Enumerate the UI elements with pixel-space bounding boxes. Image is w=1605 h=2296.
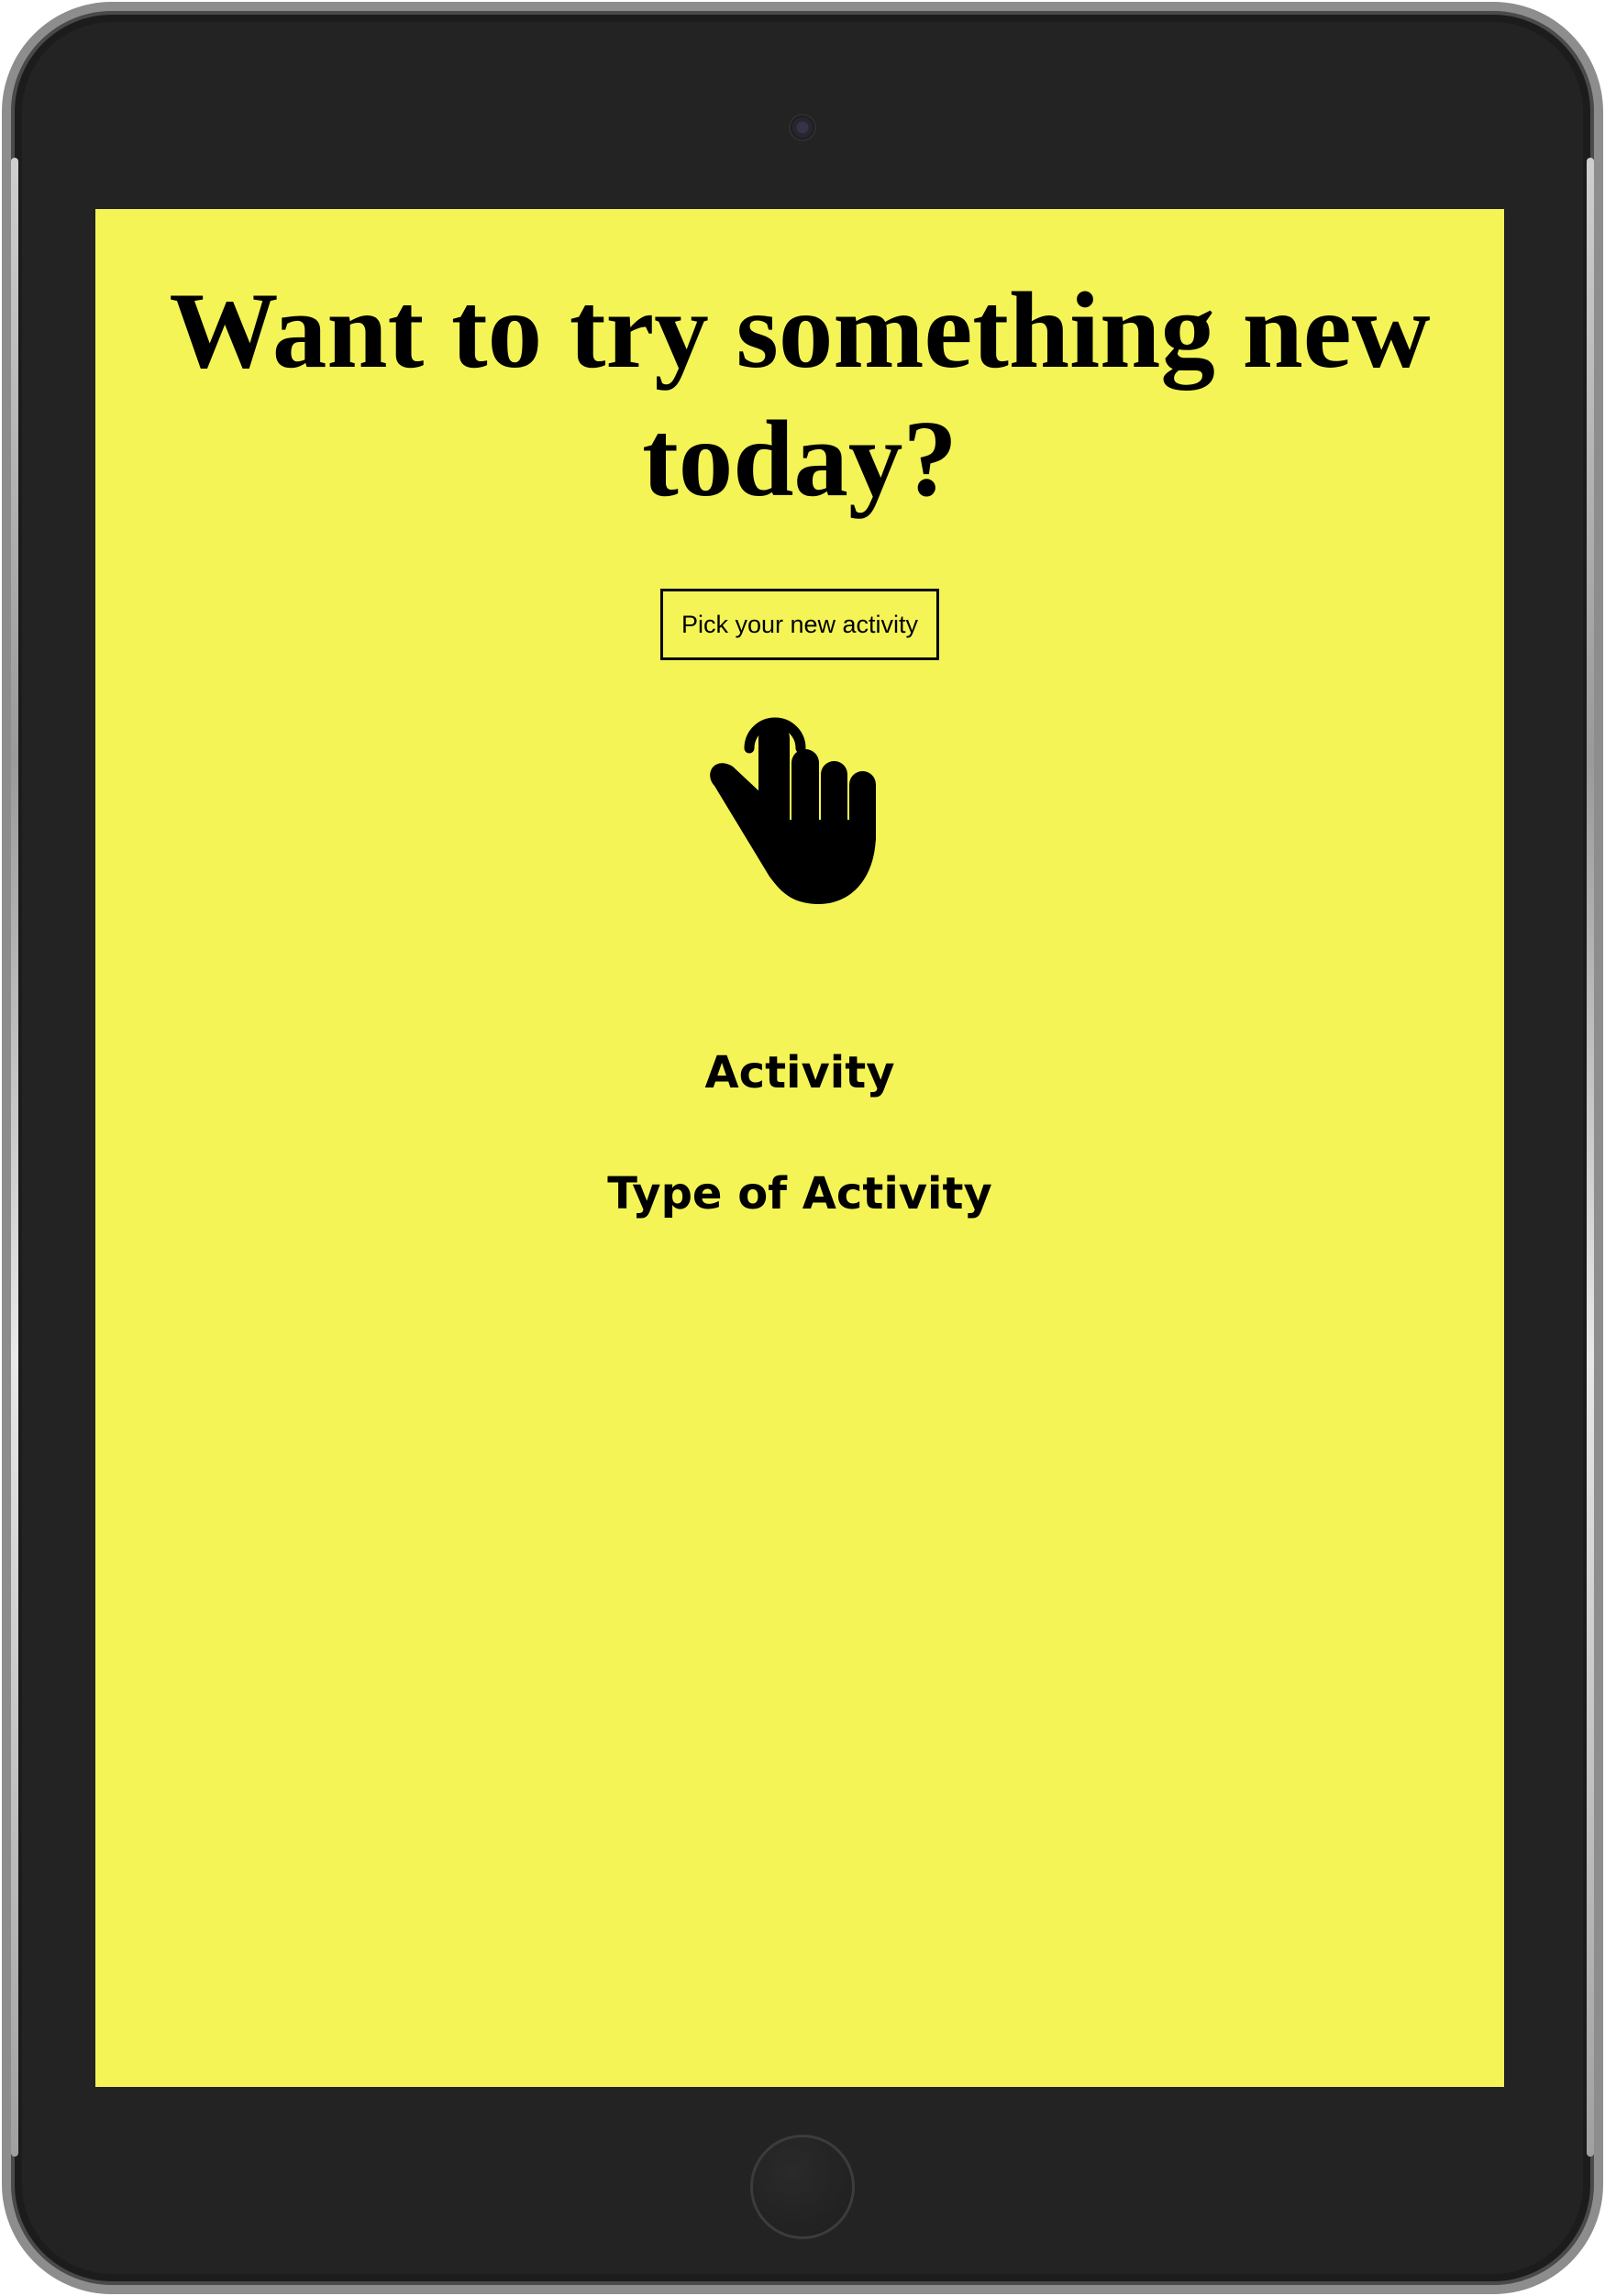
- front-camera: [789, 114, 816, 141]
- tablet-edge-right: [1587, 158, 1594, 2157]
- page-title: Want to try something new today?: [169, 270, 1431, 519]
- hand-pointer-icon: [703, 682, 896, 911]
- activity-label: Activity: [704, 1047, 895, 1098]
- pick-activity-button[interactable]: Pick your new activity: [659, 589, 940, 660]
- tablet-edge-left: [11, 158, 18, 2157]
- home-button[interactable]: [750, 2135, 855, 2239]
- activity-type-label: Type of Activity: [607, 1168, 992, 1220]
- app-screen: Want to try something new today? Pick yo…: [95, 209, 1504, 2087]
